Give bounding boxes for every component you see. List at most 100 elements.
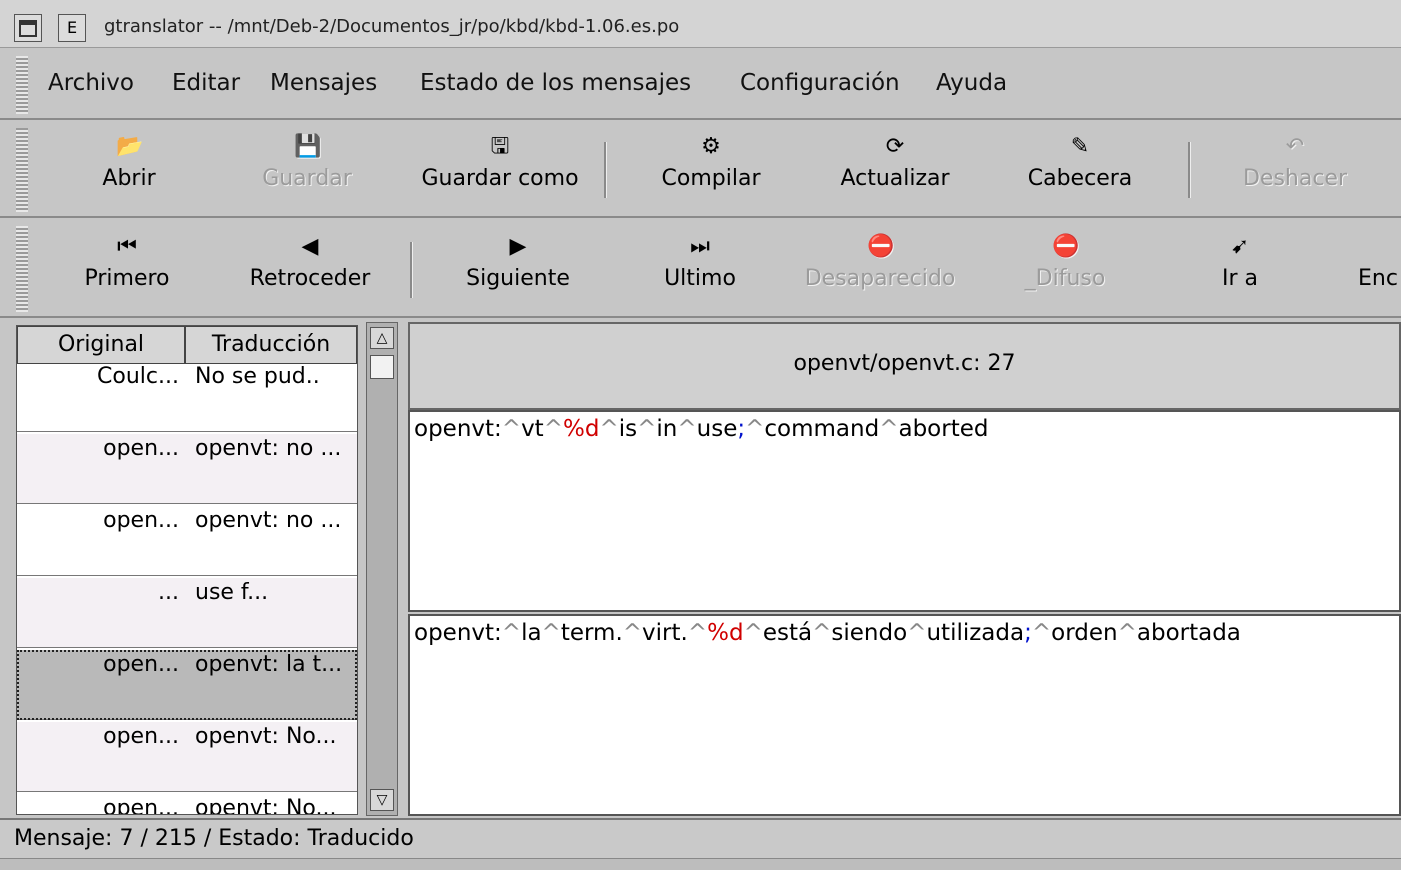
undo-icon: ↶ <box>1285 134 1305 159</box>
toolbar-separator <box>1188 142 1191 198</box>
text-token: ^ <box>1117 620 1137 646</box>
text-token: ^ <box>907 620 927 646</box>
column-header-translation[interactable]: Traducción <box>185 326 357 364</box>
row-translation: openvt: No... <box>195 796 337 815</box>
text-token: %d <box>562 416 600 442</box>
text-token: ^ <box>541 620 561 646</box>
navigation-toolbar: ⏮ Primero ◀ Retroceder ▶ Siguiente ⏭ Ultimo ⛔ Des… <box>0 220 1401 318</box>
table-row[interactable]: open... openvt: no ... <box>17 434 357 504</box>
text-token: is <box>618 416 638 442</box>
toolbar-desaparecido-button[interactable]: ⛔ Desaparecido <box>790 234 970 291</box>
toolbar-handle-2[interactable] <box>16 226 28 312</box>
text-token: la <box>521 620 542 646</box>
text-token: %d <box>707 620 744 646</box>
row-translation: openvt: la t... <box>195 652 343 677</box>
menu-ayuda[interactable]: Ayuda <box>936 70 1007 96</box>
menu-configuracion[interactable]: Configuración <box>740 70 900 96</box>
toolbar-separator <box>604 142 607 198</box>
text-token: openvt: <box>414 416 502 442</box>
text-token: siendo <box>831 620 908 646</box>
text-token: ^ <box>1031 620 1052 646</box>
toolbar-button-label: Guardar <box>262 166 352 191</box>
first-icon: ⏮ <box>117 234 137 259</box>
message-list[interactable]: Original Traducción Coulc... No se pud.. o… <box>16 325 358 815</box>
toolbar-abrir-button[interactable]: 📂 Abrir <box>64 134 194 191</box>
text-token: ^ <box>501 620 522 646</box>
scroll-down-arrow-icon[interactable]: ▽ <box>370 789 394 811</box>
toolbar-deshacer-button[interactable]: ↶ Deshacer <box>1220 134 1370 191</box>
menu-archivo[interactable]: Archivo <box>48 70 134 96</box>
text-token: está <box>762 620 813 646</box>
table-row[interactable]: open... openvt: no ... <box>17 506 357 576</box>
text-token: abortada <box>1136 620 1241 646</box>
toolbar-guardar-como-button[interactable]: 🖫 Guardar como <box>400 134 600 191</box>
update-icon: ⟳ <box>885 134 905 159</box>
translation-text-pane[interactable]: openvt:^la^term.^virt.^%d^está^siendo^ut… <box>408 614 1401 816</box>
toolbar-ir-a-button[interactable]: ➹ Ir a <box>1180 234 1300 291</box>
text-token: vt <box>521 416 544 442</box>
window-e-button[interactable]: E <box>58 14 86 42</box>
column-header-original[interactable]: Original <box>17 326 185 364</box>
text-token: ^ <box>812 620 832 646</box>
toolbar-button-label: Abrir <box>102 166 156 191</box>
main-toolbar: 📂 Abrir 💾 Guardar 🖫 Guardar como ⚙ Compilar ⟳ Act… <box>0 122 1401 218</box>
row-original: open... <box>103 724 179 749</box>
toolbar-ultimo-button[interactable]: ⏭ Ultimo <box>630 234 770 291</box>
missing-icon: ⛔ <box>867 234 895 259</box>
save-as-icon: 🖫 <box>490 134 510 159</box>
toolbar-cabecera-button[interactable]: ✎ Cabecera <box>1000 134 1160 191</box>
original-text-pane: openvt:^vt^%d^is^in^use;^command^aborted <box>408 410 1401 612</box>
toolbar-guardar-button[interactable]: 💾 Guardar <box>232 134 382 191</box>
back-icon: ◀ <box>301 234 319 259</box>
text-token: ^ <box>599 416 619 442</box>
window-menu-button[interactable] <box>14 14 42 42</box>
text-token: ^ <box>622 620 643 646</box>
toolbar-button-label: Actualizar <box>840 166 950 191</box>
window-menu-icon <box>19 20 37 37</box>
row-translation: openvt: No... <box>195 724 337 749</box>
compile-icon: ⚙ <box>701 134 721 159</box>
menu-estado[interactable]: Estado de los mensajes <box>420 70 691 96</box>
table-row[interactable]: open... openvt: No... <box>17 722 357 792</box>
row-original: open... <box>103 652 179 677</box>
menu-editar[interactable]: Editar <box>172 70 240 96</box>
menubar: Archivo Editar Mensajes Estado de los me… <box>0 50 1401 120</box>
scroll-up-arrow-icon[interactable]: △ <box>370 327 394 349</box>
text-token: ^ <box>743 620 763 646</box>
bottom-edge <box>0 858 1401 870</box>
text-token: command <box>764 416 880 442</box>
row-original: open... <box>103 796 179 815</box>
text-token: use <box>696 416 738 442</box>
toolbar-compilar-button[interactable]: ⚙ Compilar <box>636 134 786 191</box>
toolbar-actualizar-button[interactable]: ⟳ Actualizar <box>820 134 970 191</box>
toolbar-button-label: Primero <box>84 266 170 291</box>
next-icon: ▶ <box>509 234 527 259</box>
toolbar-button-label: _Difuso <box>1024 266 1106 291</box>
toolbar-retroceder-button[interactable]: ◀ Retroceder <box>230 234 390 291</box>
menu-mensajes[interactable]: Mensajes <box>270 70 377 96</box>
text-token: ^ <box>543 416 563 442</box>
toolbar-button-label: Deshacer <box>1242 166 1348 191</box>
table-row[interactable]: open... openvt: la t... <box>17 650 357 720</box>
toolbar-primero-button[interactable]: ⏮ Primero <box>62 234 192 291</box>
row-original: open... <box>103 436 179 461</box>
list-scrollbar[interactable]: △ ▽ <box>366 322 398 816</box>
toolbar-separator <box>410 242 413 298</box>
toolbar-button-label: Cabecera <box>1027 166 1133 191</box>
toolbar-handle[interactable] <box>16 128 28 212</box>
goto-icon: ➹ <box>1230 234 1250 259</box>
table-row[interactable]: ... use f... <box>17 578 357 648</box>
toolbar-button-label: Guardar como <box>421 166 579 191</box>
scroll-thumb[interactable] <box>370 355 394 379</box>
menubar-handle[interactable] <box>16 56 28 114</box>
toolbar-siguiente-button[interactable]: ▶ Siguiente <box>448 234 588 291</box>
text-token: openvt: <box>414 620 502 646</box>
toolbar-enc-button[interactable]: Enc <box>1348 234 1401 291</box>
text-token: ; <box>737 416 746 442</box>
table-row[interactable]: Coulc... No se pud.. <box>17 362 357 432</box>
toolbar--difuso-button[interactable]: ⛔ _Difuso <box>990 234 1140 291</box>
text-token: aborted <box>898 416 989 442</box>
table-row[interactable]: open... openvt: No... <box>17 794 357 815</box>
toolbar-button-label: Ir a <box>1221 266 1258 291</box>
text-token: ^ <box>879 416 899 442</box>
